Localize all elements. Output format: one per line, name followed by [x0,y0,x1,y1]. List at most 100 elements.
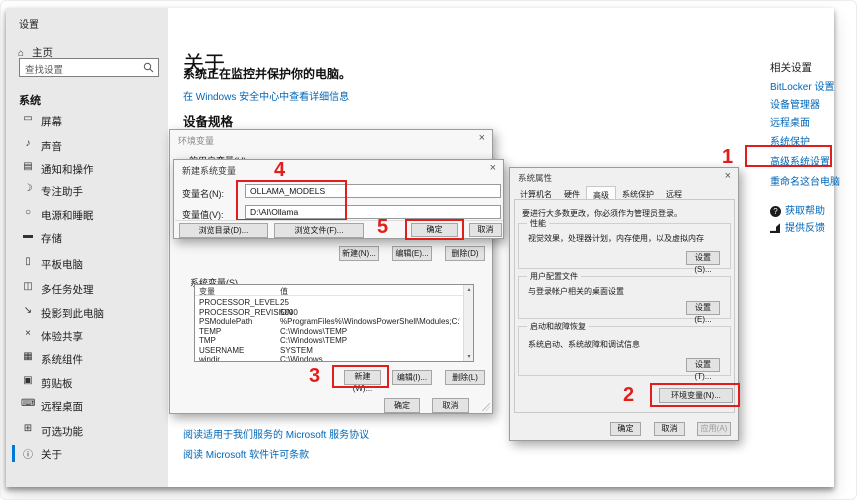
user-edit-button[interactable]: 编辑(E)... [392,246,432,261]
sysprops-ok-button[interactable]: 确定 [610,422,641,436]
scroll-up-icon[interactable]: ▴ [464,286,474,293]
sidebar-item-sound[interactable]: ♪ 声音 [6,135,168,157]
table-row[interactable]: USERNAMESYSTEM [195,346,461,356]
variable-name-cell: PROCESSOR_REVISION [199,308,293,317]
bitlocker-settings-link[interactable]: BitLocker 设置 [770,78,834,93]
advanced-system-settings-link[interactable]: 高级系统设置 [770,153,830,168]
get-help-label: 获取帮助 [785,206,825,217]
table-row[interactable]: PROCESSOR_REVISION5000 [195,308,461,318]
sidebar-item-projecting[interactable]: ↘投影到此电脑 [6,302,168,324]
get-help-link[interactable]: ? 获取帮助 [770,202,825,217]
variable-value-cell: %ProgramFiles%\WindowsPowerShell\Modules… [280,317,460,326]
sidebar-item-system-components[interactable]: ▦系统组件 [6,348,168,370]
sound-icon: ♪ [21,138,35,149]
system-protection-link[interactable]: 系统保护 [770,133,810,148]
env-cancel-button[interactable]: 取消 [432,398,469,413]
sysprops-cancel-button[interactable]: 取消 [654,422,685,436]
env-dialog-close-icon[interactable]: × [479,132,485,144]
system-delete-button[interactable]: 删除(L) [445,370,485,385]
resize-grip[interactable] [482,403,490,411]
variable-name-cell: TEMP [199,327,221,336]
search-placeholder: 查找设置 [25,62,63,76]
sidebar-item-notifications[interactable]: ▤通知和操作 [6,158,168,180]
variable-value-cell: C:\Windows\TEMP [280,327,460,336]
sidebar-item-about[interactable]: ⓘ关于 [6,443,168,465]
sidebar-item-label: 投影到此电脑 [41,306,104,321]
variable-name-cell: TMP [199,336,216,345]
license-terms-link[interactable]: 阅读 Microsoft 软件许可条款 [183,446,309,461]
sidebar-item-label: 剪贴板 [41,376,73,391]
new-var-ok-button[interactable]: 确定 [411,223,458,237]
variable-value-cell: 25 [280,298,460,307]
table-row[interactable]: TEMP C:\Windows\TEMP [195,327,461,337]
feedback-icon [770,223,780,233]
sidebar-item-tablet[interactable]: ▯平板电脑 [6,253,168,275]
variable-name-input[interactable]: OLLAMA_MODELS [245,184,501,198]
env-ok-button[interactable]: 确定 [384,398,420,413]
storage-icon: ▬ [21,230,35,241]
startup-recovery-label: 启动和故障恢复 [527,321,589,332]
performance-label: 性能 [527,218,549,229]
new-var-cancel-button[interactable]: 取消 [469,223,502,237]
table-row[interactable]: TMPC:\Windows\TEMP [195,336,461,346]
notifications-icon: ▤ [21,161,35,172]
sidebar-item-label: 体验共享 [41,329,83,344]
table-row[interactable]: windirC:\Windows [195,355,461,362]
variable-name-cell: windir [199,355,220,362]
sidebar-item-focus-assist[interactable]: ☽专注助手 [6,180,168,202]
env-dialog-title: 环境变量 [178,134,214,147]
selected-indicator [12,445,15,462]
security-center-link[interactable]: 在 Windows 安全中心中查看详细信息 [183,88,349,103]
device-spec-header: 设备规格 [183,111,233,130]
performance-settings-button[interactable]: 设置(S)... [686,251,720,265]
browse-file-button[interactable]: 浏览文件(F)... [274,223,364,238]
sysprops-close-icon[interactable]: × [725,170,731,182]
annotation-digit-4: 4 [274,159,285,182]
table-row[interactable]: PROCESSOR_LEVEL25 [195,298,461,308]
sysprops-apply-button: 应用(A) [697,422,731,436]
search-input[interactable]: 查找设置 [19,58,159,77]
sidebar-item-label: 系统组件 [41,352,83,367]
settings-window: 设置 ⌂主页 查找设置 系统 ▭屏幕♪声音▤通知和操作☽专注助手○电源和睡眠▬存… [6,8,834,487]
sidebar-item-optional-features[interactable]: ⊞可选功能 [6,420,168,442]
sidebar-item-remote-desktop[interactable]: ⌨远程桌面 [6,395,168,417]
user-profiles-group: 用户配置文件 与登录帐户相关的桌面设置 设置(E)... [518,276,731,319]
remote-desktop-link[interactable]: 远程桌面 [770,114,810,129]
user-delete-button[interactable]: 删除(D) [445,246,485,261]
table-scrollbar[interactable]: ▴ ▾ [463,285,473,361]
new-var-dialog-close-icon[interactable]: × [490,162,496,174]
browse-directory-button[interactable]: 浏览目录(D)... [179,223,268,238]
sidebar-item-power-sleep[interactable]: ○电源和睡眠 [6,204,168,226]
sidebar-item-display[interactable]: ▭屏幕 [6,110,168,132]
screenshot-root: 设置 ⌂主页 查找设置 系统 ▭屏幕♪声音▤通知和操作☽专注助手○电源和睡眠▬存… [0,0,857,500]
startup-recovery-settings-button[interactable]: 设置(T)... [686,358,720,372]
scroll-down-icon[interactable]: ▾ [464,353,474,360]
settings-sidebar: 设置 ⌂主页 查找设置 系统 ▭屏幕♪声音▤通知和操作☽专注助手○电源和睡眠▬存… [6,8,168,487]
rename-pc-link[interactable]: 重命名这台电脑 [770,173,840,188]
system-edit-button[interactable]: 编辑(I)... [392,370,432,385]
environment-variables-button[interactable]: 环境变量(N)... [659,388,733,403]
startup-recovery-group: 启动和故障恢复 系统启动、系统故障和调试信息 设置(T)... [518,326,731,376]
sidebar-item-label: 存储 [41,231,62,246]
annotation-digit-2: 2 [623,384,634,407]
variable-name-cell: PSModulePath [199,317,252,326]
user-profiles-label: 用户配置文件 [527,271,581,282]
sidebar-item-shared-experiences[interactable]: ×体验共享 [6,325,168,347]
sidebar-item-multitasking[interactable]: ◫多任务处理 [6,278,168,300]
table-header: 变量 值 [195,285,473,296]
table-row[interactable]: PSModulePath %ProgramFiles%\WindowsPowerS… [195,317,461,327]
sidebar-item-storage[interactable]: ▬ 存储 [6,227,168,249]
help-icon: ? [770,206,781,217]
annotation-digit-3: 3 [309,365,320,388]
sidebar-item-clipboard[interactable]: ▣剪贴板 [6,372,168,394]
user-profiles-settings-button[interactable]: 设置(E)... [686,301,720,315]
variable-name-label: 变量名(N): [182,187,224,200]
device-manager-link[interactable]: 设备管理器 [770,96,820,111]
sidebar-item-label: 声音 [41,139,62,154]
system-new-button[interactable]: 新建(W)... [344,370,381,385]
services-agreement-link[interactable]: 阅读适用于我们服务的 Microsoft 服务协议 [183,426,369,441]
system-variables-table[interactable]: 变量 值 PROCESSOR_LEVEL25PROCESSOR_REVISION… [194,284,474,362]
variable-value-input[interactable]: D:\AI\Ollama [245,205,501,219]
user-new-button[interactable]: 新建(N)... [339,246,379,261]
feedback-link[interactable]: 提供反馈 [770,219,825,234]
